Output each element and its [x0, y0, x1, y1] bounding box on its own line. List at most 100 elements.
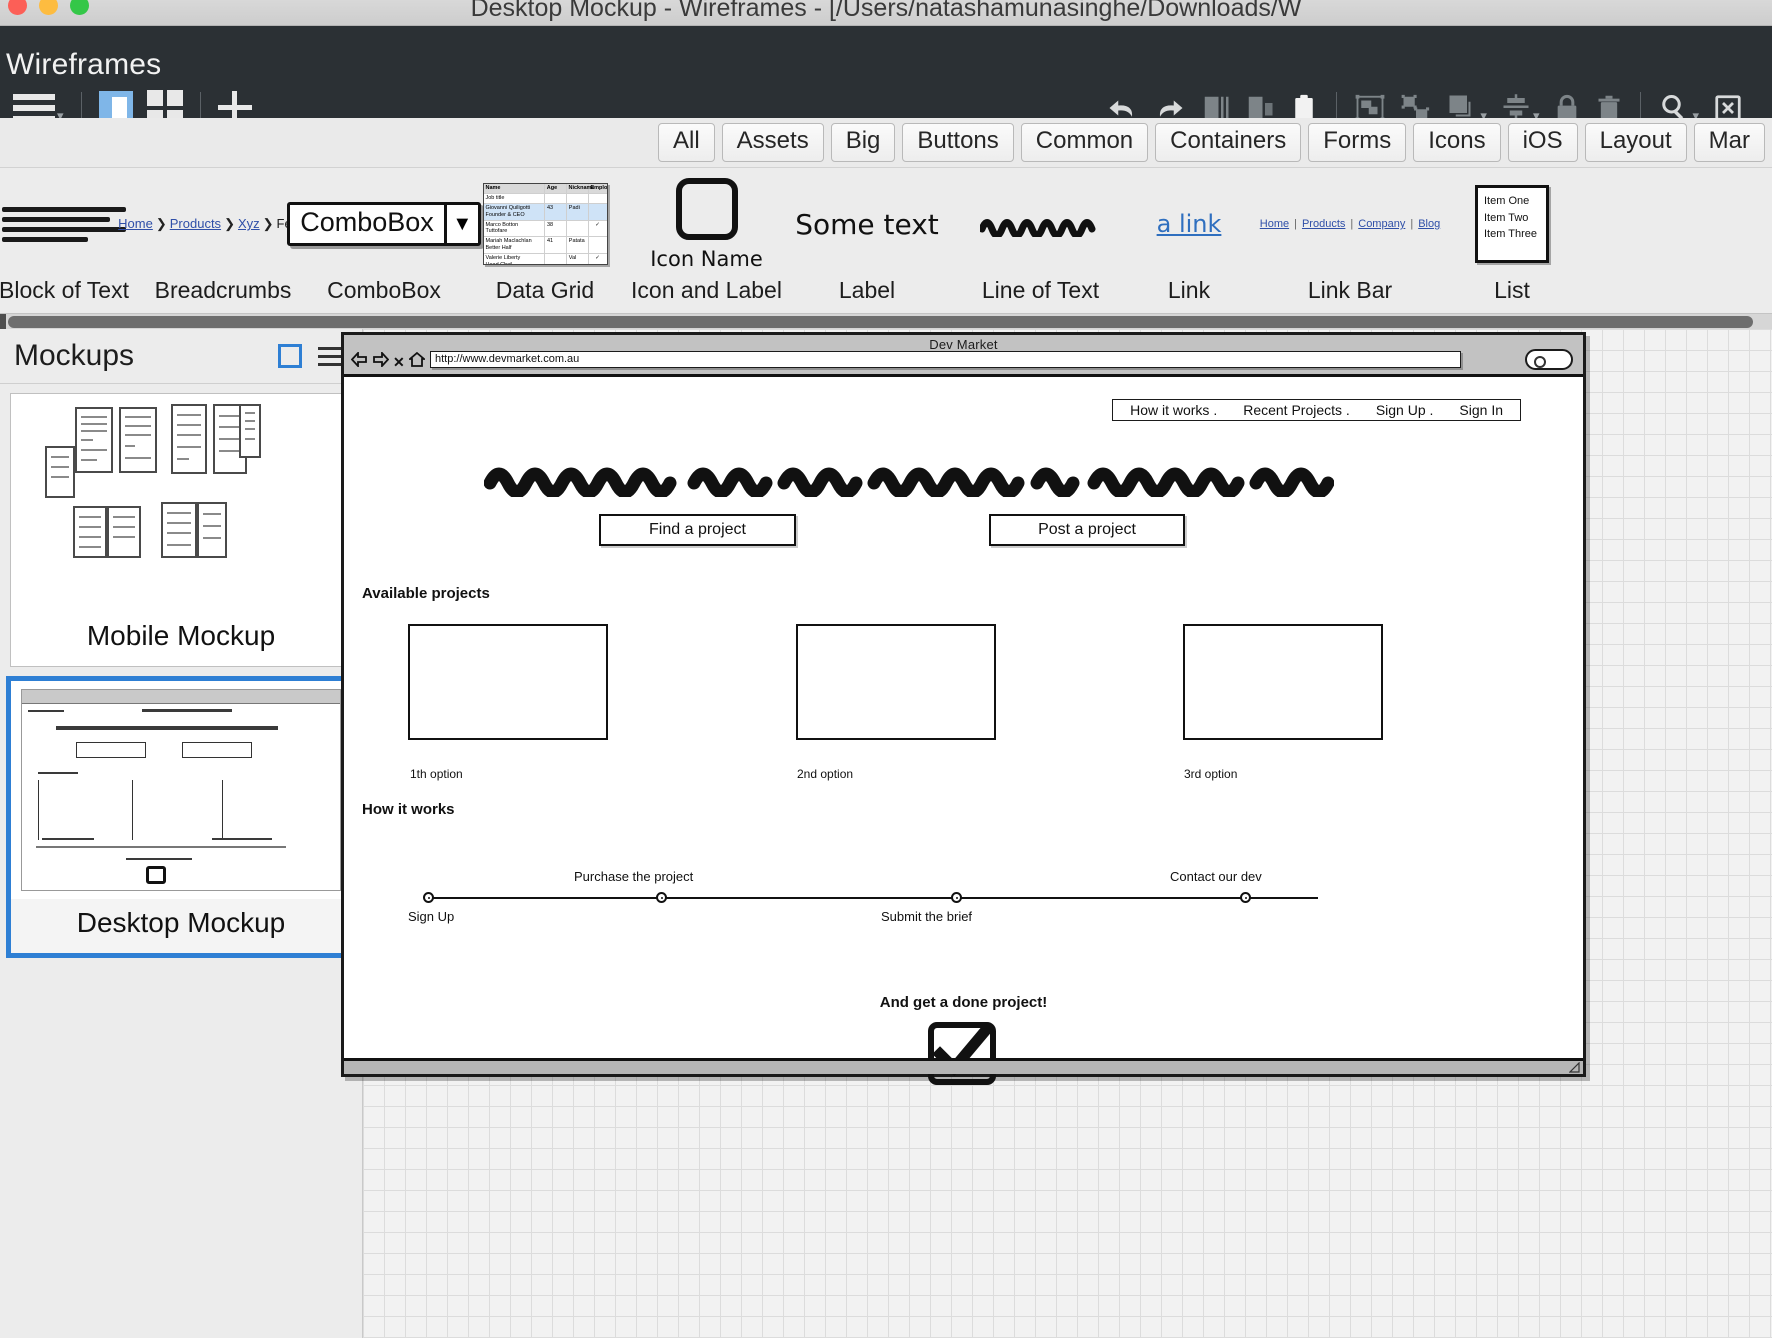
list-thumbnail: Item One Item Two Item Three [1475, 169, 1549, 279]
timeline-label-purchase: Purchase the project [574, 869, 694, 884]
data-grid-cell: Padi [567, 203, 589, 220]
page-title: Mockups [14, 339, 135, 372]
widget-palette: Block of Text Home❯Products❯Xyz❯Features… [0, 169, 1772, 319]
mockup-page-body: How it works . Recent Projects . Sign Up… [344, 377, 1583, 1085]
palette-item-label: Icon and Label [631, 277, 782, 303]
data-grid-cell-sub: Tuttofare [485, 228, 508, 235]
category-tab-mar[interactable]: Mar [1693, 123, 1765, 162]
back-icon[interactable] [350, 350, 368, 372]
app-title: Wireframes [6, 48, 162, 81]
site-nav-link-bar[interactable]: How it works . Recent Projects . Sign Up… [1112, 399, 1521, 421]
palette-item-link-bar[interactable]: Home | Products | Company | Blog Link Bar [1258, 169, 1442, 319]
data-grid-col-nickname: Nickname [568, 184, 595, 193]
sidebar-item-label: Mobile Mockup [86, 620, 276, 651]
how-it-works-heading: How it works [362, 801, 455, 818]
timeline-node-1 [423, 892, 434, 903]
data-grid-col-name: Name [484, 184, 545, 193]
browser-nav-buttons: ✕ [350, 350, 429, 372]
project-placeholder-1[interactable] [408, 624, 608, 740]
linkbar-company[interactable]: Company [1358, 218, 1405, 230]
browser-search-input[interactable] [1525, 349, 1573, 370]
data-grid-cell: Valerie Liberty [485, 255, 521, 261]
list-item: Item Three [1484, 228, 1537, 240]
palette-item-icon-and-label[interactable]: Icon Name Icon and Label [631, 169, 782, 319]
mobile-mockup-thumbnail [11, 394, 351, 612]
nav-sign-in[interactable]: Sign In [1446, 402, 1516, 418]
data-grid-cell: ✓ [595, 221, 600, 228]
browser-window-widget[interactable]: Dev Market ✕ http://www.devmarket.com.au… [341, 332, 1586, 1085]
combobox-value: ComboBox [300, 207, 434, 237]
category-tab-layout[interactable]: Layout [1584, 123, 1687, 162]
palette-item-link[interactable]: a link Link [1120, 169, 1258, 319]
category-tab-big[interactable]: Big [830, 123, 896, 162]
timeline-label-sign-up: Sign Up [408, 909, 455, 924]
checkmark-icon [927, 1022, 996, 1085]
project-caption-2: 2nd option [797, 767, 854, 781]
app-toolbar: Wireframes ▾ ▾ ▾ ▾ [0, 26, 1772, 126]
palette-horizontal-scrollbar[interactable] [0, 313, 1772, 330]
square-icon[interactable] [278, 344, 302, 368]
browser-chrome: Dev Market ✕ http://www.devmarket.com.au [344, 335, 1583, 377]
design-canvas[interactable]: Dev Market ✕ http://www.devmarket.com.au… [341, 329, 1772, 1338]
data-grid-cell: ✓ [595, 255, 600, 261]
project-placeholder-3[interactable] [1183, 624, 1383, 740]
category-tab-strip: All Assets Big Buttons Common Containers Forms… [0, 118, 1772, 168]
palette-item-block-of-text[interactable]: Block of Text [0, 169, 129, 319]
palette-item-data-grid[interactable]: Name Age Nickname Employee Job title Gio… [450, 169, 640, 319]
sidebar-item-mobile-mockup[interactable]: Mobile Mockup [10, 393, 352, 667]
find-a-project-button[interactable]: Find a project [599, 514, 796, 546]
category-tab-icons[interactable]: Icons [1413, 123, 1501, 162]
category-tab-forms[interactable]: Forms [1308, 123, 1407, 162]
url-input[interactable]: http://www.devmarket.com.au [430, 351, 1461, 368]
palette-item-label: Label [838, 277, 896, 303]
category-tab-ios[interactable]: iOS [1507, 123, 1578, 162]
mockups-sidebar: Mockups Mobile Mockup Desktop Mockup [0, 329, 363, 1338]
nav-how-it-works[interactable]: How it works . [1117, 402, 1230, 418]
data-grid-cell: 43 [545, 203, 567, 220]
window-title: Desktop Mockup - Wireframes - [/Users/na… [470, 0, 1302, 22]
linkbar-home[interactable]: Home [1260, 218, 1289, 230]
data-grid-cell: Mariah Maclachlan [485, 238, 532, 245]
scrollbar-thumb[interactable] [8, 316, 1753, 328]
palette-item-line-of-text[interactable]: Line of Text [961, 169, 1120, 319]
data-grid-col-age: Age [545, 184, 567, 193]
data-grid-cell: 41 [545, 237, 567, 253]
linkbar-products[interactable]: Products [1302, 218, 1345, 230]
palette-item-label-widget[interactable]: Some text Label [773, 169, 961, 319]
post-a-project-button[interactable]: Post a project [989, 514, 1185, 546]
breadcrumb-xyz[interactable]: Xyz [238, 216, 260, 231]
sidebar-item-desktop-mockup[interactable]: Desktop Mockup [6, 676, 356, 958]
breadcrumb-products[interactable]: Products [170, 216, 221, 231]
desktop-mockup-thumbnail [11, 681, 351, 899]
timeline-node-2 [656, 892, 667, 903]
sidebar-item-label: Desktop Mockup [11, 899, 351, 953]
palette-item-label: List [1494, 277, 1530, 303]
linkbar-blog[interactable]: Blog [1418, 218, 1440, 230]
category-tab-all[interactable]: All [658, 123, 715, 162]
category-tab-buttons[interactable]: Buttons [902, 123, 1014, 162]
link-sample-text[interactable]: a link [1157, 210, 1222, 238]
line-of-text-thumbnail [979, 169, 1102, 279]
category-tab-common[interactable]: Common [1020, 123, 1149, 162]
palette-item-list[interactable]: Item One Item Two Item Three List [1442, 169, 1582, 319]
data-grid-cell-sub: Founder & CEO [485, 211, 525, 218]
palette-item-combobox[interactable]: ComboBox ▼ ComboBox [287, 169, 481, 319]
data-grid-col-employee: Employee [590, 185, 608, 191]
window-title-bar: Desktop Mockup - Wireframes - [/Users/na… [0, 0, 1772, 26]
home-icon[interactable] [407, 351, 427, 372]
list-item: Item Two [1484, 211, 1529, 224]
nav-sign-up[interactable]: Sign Up . [1363, 402, 1447, 418]
forward-icon[interactable] [372, 350, 390, 372]
nav-recent-projects[interactable]: Recent Projects . [1230, 402, 1363, 418]
stop-icon[interactable]: ✕ [393, 354, 405, 370]
link-thumbnail: a link [1157, 169, 1222, 279]
link-bar-thumbnail: Home | Products | Company | Blog [1259, 218, 1441, 230]
category-tab-assets[interactable]: Assets [721, 123, 824, 162]
category-tab-containers[interactable]: Containers [1155, 123, 1302, 162]
project-placeholder-2[interactable] [796, 624, 996, 740]
palette-item-label: Link [1167, 277, 1211, 303]
data-grid-thumbnail: Name Age Nickname Employee Job title Gio… [482, 169, 608, 279]
breadcrumb-home[interactable]: Home [118, 216, 153, 231]
resize-grip-icon [1569, 1062, 1580, 1073]
icon-name-label: Icon Name [650, 246, 763, 271]
